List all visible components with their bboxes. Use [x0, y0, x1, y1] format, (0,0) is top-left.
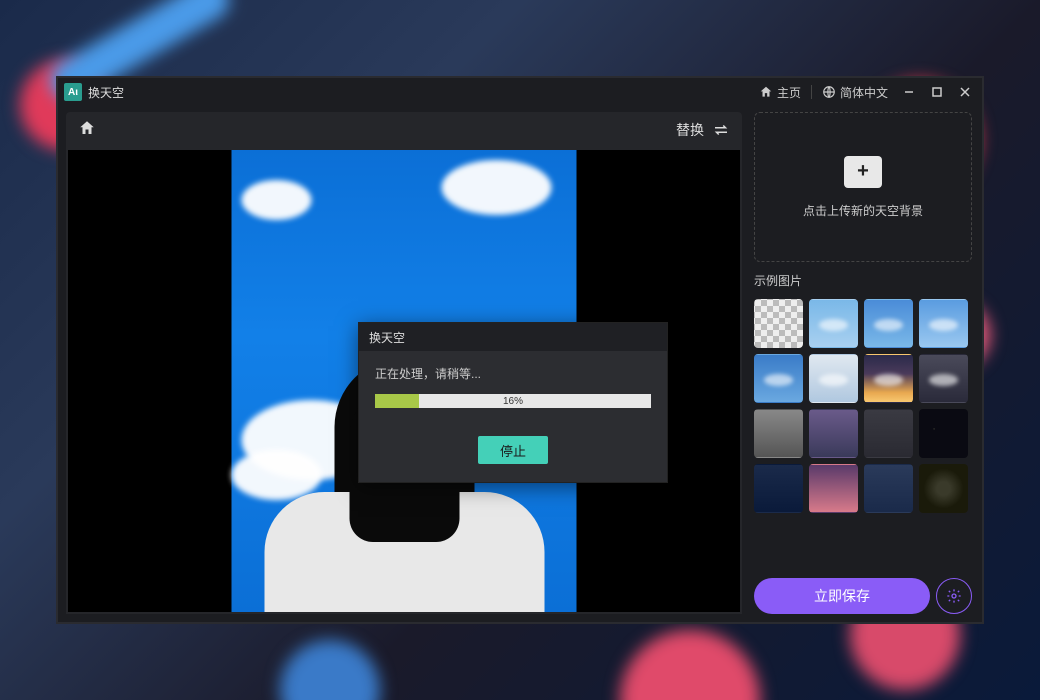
canvas-toolbar: 替换	[66, 112, 742, 148]
replace-label: 替换	[676, 120, 704, 140]
home-icon	[78, 119, 96, 137]
titlebar: Aι 换天空 主页 简体中文	[58, 78, 982, 106]
canvas-home-button[interactable]	[78, 119, 96, 142]
sky-thumb-storm[interactable]	[919, 354, 968, 403]
sky-thumb-gray-1[interactable]	[754, 409, 803, 458]
sky-thumb-purple[interactable]	[809, 409, 858, 458]
stop-button[interactable]: 停止	[478, 436, 548, 464]
close-button[interactable]	[954, 81, 976, 103]
sky-thumb-clouds-2[interactable]	[864, 299, 913, 348]
upload-zone[interactable]: + 点击上传新的天空背景	[754, 112, 972, 262]
app-window: Aι 换天空 主页 简体中文	[56, 76, 984, 624]
maximize-button[interactable]	[926, 81, 948, 103]
sky-thumb-stars[interactable]	[919, 409, 968, 458]
sky-thumb-transparent[interactable]	[754, 299, 803, 348]
gear-icon	[946, 588, 962, 604]
sky-thumb-sunset[interactable]	[864, 354, 913, 403]
samples-heading: 示例图片	[754, 272, 972, 289]
samples-grid[interactable]	[754, 299, 972, 564]
language-selector[interactable]: 简体中文	[818, 84, 892, 101]
sky-thumb-eclipse[interactable]	[919, 464, 968, 513]
progress-percent: 16%	[375, 394, 651, 408]
progress-bar: 16%	[375, 394, 651, 408]
save-button[interactable]: 立即保存	[754, 578, 930, 614]
minimize-button[interactable]	[898, 81, 920, 103]
sky-thumb-gray-2[interactable]	[864, 409, 913, 458]
dialog-status: 正在处理，请稍等...	[375, 365, 651, 382]
dialog-title: 换天空	[359, 323, 667, 351]
sky-thumb-dusk-pink[interactable]	[809, 464, 858, 513]
save-options-button[interactable]	[936, 578, 972, 614]
plus-icon: +	[844, 156, 882, 188]
sky-thumb-night-clouds[interactable]	[864, 464, 913, 513]
app-logo-icon: Aι	[64, 83, 82, 101]
side-panel: + 点击上传新的天空背景 示例图片 立即保存	[750, 106, 982, 622]
sky-thumb-fluffy[interactable]	[809, 354, 858, 403]
home-label: 主页	[777, 84, 801, 101]
progress-dialog: 换天空 正在处理，请稍等... 16% 停止	[358, 322, 668, 483]
home-link[interactable]: 主页	[755, 84, 805, 101]
replace-button[interactable]: 替换	[676, 120, 730, 140]
globe-icon	[822, 85, 836, 99]
sky-thumb-clouds-3[interactable]	[919, 299, 968, 348]
sky-thumb-moon[interactable]	[754, 464, 803, 513]
swap-icon	[712, 121, 730, 139]
app-title: 换天空	[88, 84, 124, 101]
canvas-area[interactable]: 换天空 正在处理，请稍等... 16% 停止	[66, 148, 742, 614]
sky-thumb-clouds-1[interactable]	[809, 299, 858, 348]
sky-thumb-sky-1[interactable]	[754, 354, 803, 403]
canvas-panel: 替换	[58, 106, 750, 622]
home-icon	[759, 85, 773, 99]
language-label: 简体中文	[840, 84, 888, 101]
upload-hint: 点击上传新的天空背景	[803, 202, 923, 219]
